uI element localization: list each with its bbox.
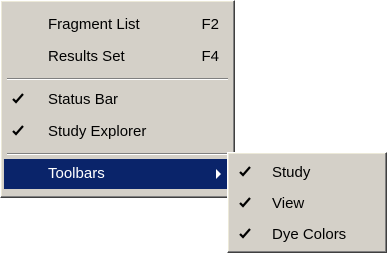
- menu-item-label: Status Bar: [48, 91, 119, 108]
- menu-item-study-explorer[interactable]: Study Explorer: [4, 117, 231, 147]
- checkmark-icon: [10, 91, 26, 107]
- submenu-arrow-icon: [216, 169, 221, 179]
- menu-item-fragment-list[interactable]: Fragment List F2: [4, 10, 231, 40]
- checkmark-icon: [237, 195, 253, 211]
- submenu-item-study[interactable]: Study: [231, 158, 383, 188]
- submenu-item-label: Study: [272, 164, 311, 181]
- menu-item-toolbars[interactable]: Toolbars: [4, 159, 231, 189]
- toolbars-submenu: Study View Dye Colors: [227, 152, 387, 253]
- checkmark-icon: [10, 123, 26, 139]
- view-menu: Fragment List F2 Results Set F4 Status B…: [0, 0, 235, 198]
- submenu-item-label: Dye Colors: [272, 226, 347, 243]
- menu-item-label: Study Explorer: [48, 123, 147, 140]
- checkmark-icon: [237, 226, 253, 242]
- menu-item-status-bar[interactable]: Status Bar: [4, 85, 231, 115]
- menu-item-shortcut: F4: [201, 48, 219, 65]
- menu-separator: [7, 153, 228, 155]
- checkmark-icon: [237, 164, 253, 180]
- menu-item-label: Results Set: [48, 48, 125, 65]
- submenu-item-dye-colors[interactable]: Dye Colors: [231, 220, 383, 250]
- menu-separator: [7, 78, 228, 80]
- menu-item-shortcut: F2: [201, 16, 219, 33]
- submenu-item-label: View: [272, 195, 305, 212]
- menu-item-label: Fragment List: [48, 16, 140, 33]
- submenu-item-view[interactable]: View: [231, 189, 383, 219]
- menu-item-results-set[interactable]: Results Set F4: [4, 42, 231, 72]
- menu-item-label: Toolbars: [48, 165, 105, 182]
